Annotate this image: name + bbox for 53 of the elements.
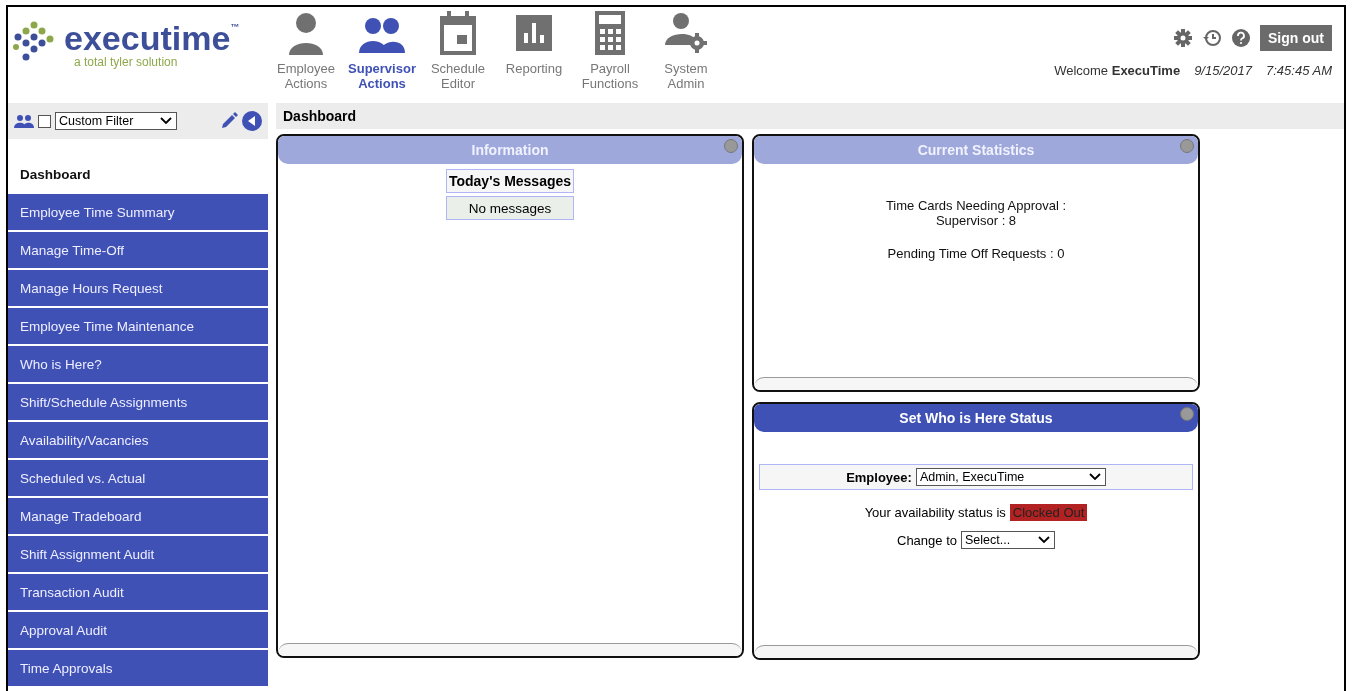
sidebar-item[interactable]: Shift Assignment Audit: [8, 536, 268, 572]
help-icon[interactable]: [1232, 29, 1250, 47]
status-label: Your availability status is: [864, 505, 1006, 520]
caret-icon: [160, 117, 172, 125]
status-badge: Clocked Out: [1009, 504, 1088, 521]
nav-tab[interactable]: Payroll Functions: [574, 11, 646, 99]
employee-label: Employee:: [846, 469, 912, 485]
table-header: Today's Messages: [446, 169, 574, 193]
sidebar-item[interactable]: Employee Time Summary: [8, 194, 268, 230]
settings-icon[interactable]: [1174, 29, 1192, 47]
nav-tab[interactable]: Employee Actions: [270, 11, 342, 99]
filter-select[interactable]: Custom Filter: [55, 112, 177, 130]
panel-header: Current Statistics: [754, 136, 1198, 164]
change-label: Change to: [897, 532, 957, 548]
sidebar-item[interactable]: Manage Tradeboard: [8, 498, 268, 534]
time-text: 7:45:45 AM: [1266, 63, 1332, 78]
sidebar-item[interactable]: Scheduled vs. Actual: [8, 460, 268, 496]
filter-checkbox[interactable]: [38, 114, 51, 128]
nav-tab[interactable]: System Admin: [650, 11, 722, 99]
sidebar-item[interactable]: Who is Here?: [8, 346, 268, 382]
status-select[interactable]: Select...: [961, 531, 1055, 549]
collapse-icon[interactable]: [242, 111, 262, 131]
breadcrumb: Dashboard: [283, 108, 357, 124]
sign-out-button[interactable]: Sign out: [1260, 25, 1332, 51]
sidebar-item[interactable]: Time Approvals: [8, 650, 268, 686]
date-text: 9/15/2017: [1194, 63, 1252, 78]
nav-tab[interactable]: Supervisor Actions: [346, 11, 418, 99]
sidebar-item[interactable]: Transaction Audit: [8, 574, 268, 610]
statistic-text: Time Cards Needing Approval :: [885, 198, 1067, 213]
group-icon[interactable]: [14, 114, 34, 128]
statistic-text: Supervisor : 8: [935, 213, 1017, 228]
sidebar-item[interactable]: Shift/Schedule Assignments: [8, 384, 268, 420]
logo-tagline: a total tyler solution: [74, 55, 179, 69]
panel-header: Information: [278, 136, 742, 164]
caret-icon: [1088, 473, 1101, 481]
employee-select[interactable]: Admin, ExecuTime: [915, 468, 1106, 486]
trademark-sign: ™: [230, 21, 240, 33]
sidebar-item[interactable]: Manage Hours Request: [8, 270, 268, 306]
nav-tab[interactable]: Reporting: [498, 11, 570, 99]
sidebar-item[interactable]: Approval Audit: [8, 612, 268, 648]
sidebar-item[interactable]: Manage Time-Off: [8, 232, 268, 268]
sidebar-item[interactable]: Availability/Vacancies: [8, 422, 268, 458]
person-gear-icon: [663, 11, 709, 55]
welcome-text: Welcome ExecuTime: [1054, 63, 1181, 78]
logo-wordmark: executime: [64, 21, 231, 55]
panel-header: Set Who is Here Status: [754, 404, 1198, 432]
table-cell: No messages: [446, 196, 574, 220]
edit-icon[interactable]: [220, 112, 238, 130]
sidebar-item[interactable]: Employee Time Maintenance: [8, 308, 268, 344]
history-icon[interactable]: [1202, 29, 1222, 47]
caret-icon: [1038, 536, 1050, 544]
nav-tab[interactable]: Schedule Editor: [422, 11, 494, 99]
statistic-text: Pending Time Off Requests : 0: [887, 246, 1065, 261]
